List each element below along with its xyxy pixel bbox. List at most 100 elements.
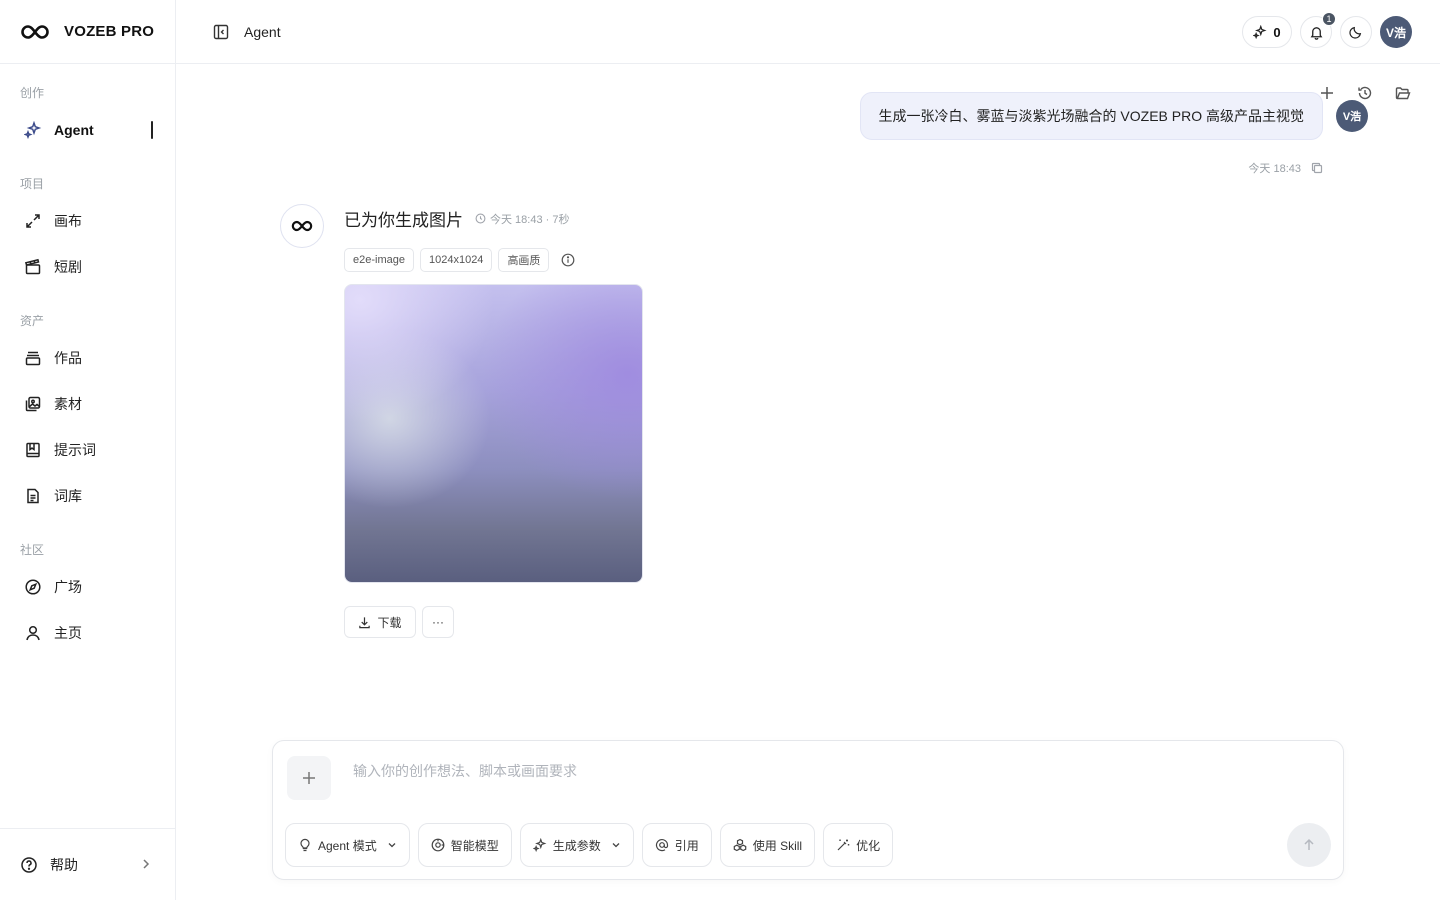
- model-button[interactable]: 智能模型: [417, 823, 512, 867]
- infinity-logo-icon: [291, 220, 313, 232]
- sidebar: VOZEB PRO 创作 Agent 项目 画布 短剧 资产 作品 素材 提示词…: [0, 0, 176, 900]
- skill-button[interactable]: 使用 Skill: [719, 823, 816, 867]
- chat-area: 生成一张冷白、雾蓝与淡紫光场融合的 VOZEB PRO 高级产品主视觉 V浩 今…: [176, 64, 1440, 900]
- expand-icon: [24, 212, 42, 230]
- sidebar-item-prompts[interactable]: 提示词: [0, 427, 175, 473]
- section-label-project: 项目: [20, 177, 45, 191]
- info-icon[interactable]: [561, 253, 575, 267]
- user-icon: [24, 624, 42, 642]
- section-label-assets: 资产: [20, 314, 45, 328]
- composer: Agent 模式 智能模型 生成参数: [272, 740, 1344, 880]
- chevron-down-icon: [387, 840, 397, 850]
- assistant-response-title: 已为你生成图片: [344, 211, 463, 230]
- model-label: 智能模型: [450, 838, 499, 853]
- agent-mode-label: Agent 模式: [318, 838, 377, 853]
- chevron-down-icon: [611, 840, 621, 850]
- sidebar-item-label: 素材: [54, 396, 82, 412]
- sidebar-item-agent[interactable]: Agent: [0, 107, 175, 153]
- generated-image[interactable]: [344, 284, 643, 583]
- at-sign-icon: [655, 838, 669, 852]
- params-dropdown[interactable]: 生成参数: [519, 823, 634, 867]
- sidebar-item-lexicon[interactable]: 词库: [0, 473, 175, 519]
- tag-model: e2e-image: [344, 248, 414, 272]
- avatar[interactable]: V浩: [1380, 16, 1412, 48]
- sidebar-item-plaza[interactable]: 广场: [0, 564, 175, 610]
- theme-toggle-button[interactable]: [1340, 16, 1372, 48]
- user-message-time: 今天 18:43: [1248, 163, 1301, 175]
- skill-label: 使用 Skill: [752, 838, 803, 853]
- sidebar-item-works[interactable]: 作品: [0, 335, 175, 381]
- bookmark-book-icon: [24, 441, 42, 459]
- sidebar-item-short-drama[interactable]: 短剧: [0, 244, 175, 290]
- user-message-bubble: 生成一张冷白、雾蓝与淡紫光场融合的 VOZEB PRO 高级产品主视觉: [859, 92, 1323, 140]
- attach-button[interactable]: [287, 756, 331, 800]
- prompt-input[interactable]: [353, 759, 1253, 783]
- lightbulb-icon: [298, 838, 312, 852]
- tag-quality: 高画质: [498, 248, 550, 272]
- chevron-right-icon: [141, 857, 151, 875]
- bell-icon: [1309, 25, 1324, 40]
- layers-icon: [24, 349, 42, 367]
- sidebar-item-label: 主页: [54, 625, 82, 641]
- active-indicator: [151, 121, 153, 139]
- notification-badge: 1: [1322, 12, 1336, 26]
- sparkles-icon: [24, 121, 42, 139]
- optimize-label: 优化: [856, 838, 881, 853]
- sidebar-item-label: 词库: [54, 488, 82, 504]
- credits-button[interactable]: 0: [1242, 16, 1292, 48]
- assistant-avatar: [280, 204, 324, 248]
- assistant-response-meta: 今天 18:43 · 7秒: [475, 211, 569, 227]
- sidebar-item-label: 提示词: [54, 442, 96, 458]
- help-button[interactable]: 帮助: [0, 828, 175, 900]
- sidebar-toggle-icon[interactable]: [212, 23, 230, 41]
- assistant-response-time: 今天 18:43 · 7秒: [490, 213, 570, 226]
- clapperboard-icon: [24, 258, 42, 276]
- moon-icon: [1349, 25, 1363, 39]
- reference-label: 引用: [674, 838, 699, 853]
- user-message-text: 生成一张冷白、雾蓝与淡紫光场融合的 VOZEB PRO 高级产品主视觉: [878, 108, 1304, 124]
- sidebar-item-canvas[interactable]: 画布: [0, 198, 175, 244]
- download-button[interactable]: 下载: [344, 606, 416, 638]
- image-actions: 下载 ···: [344, 606, 454, 638]
- sidebar-item-home[interactable]: 主页: [0, 610, 175, 656]
- sidebar-item-label: 短剧: [54, 259, 82, 275]
- top-bar: Agent 0 1 V浩: [176, 0, 1440, 64]
- image-gallery-icon: [24, 395, 42, 413]
- params-label: 生成参数: [552, 838, 601, 853]
- document-icon: [24, 487, 42, 505]
- tag-size: 1024x1024: [419, 248, 493, 272]
- sparkles-icon: [1253, 25, 1267, 39]
- sidebar-item-label: Agent: [54, 122, 94, 138]
- folder-open-icon[interactable]: [1394, 84, 1412, 102]
- download-label: 下载: [377, 615, 402, 630]
- sidebar-item-label: 广场: [54, 579, 82, 595]
- arrow-up-icon: [1302, 838, 1316, 852]
- help-label: 帮助: [50, 856, 78, 873]
- section-label-community: 社区: [20, 543, 45, 557]
- agent-mode-dropdown[interactable]: Agent 模式: [285, 823, 410, 867]
- section-label-create: 创作: [20, 86, 45, 100]
- chat-tools: [1318, 84, 1412, 102]
- reference-button[interactable]: 引用: [641, 823, 712, 867]
- plus-icon: [301, 770, 317, 786]
- page-title: Agent: [244, 23, 281, 40]
- brand[interactable]: VOZEB PRO: [0, 0, 175, 64]
- user-avatar: V浩: [1336, 100, 1368, 132]
- history-icon[interactable]: [1356, 84, 1374, 102]
- sidebar-item-materials[interactable]: 素材: [0, 381, 175, 427]
- more-options-button[interactable]: ···: [422, 606, 454, 638]
- sidebar-item-label: 作品: [54, 350, 82, 366]
- optimize-button[interactable]: 优化: [823, 823, 894, 867]
- infinity-logo-icon: [20, 22, 52, 42]
- composer-toolbar: Agent 模式 智能模型 生成参数 引用 使用 Skill 优化: [285, 823, 894, 867]
- cubes-icon: [733, 838, 747, 852]
- generation-tags: e2e-image 1024x1024 高画质: [344, 248, 575, 272]
- header-actions: 0 1 V浩: [1242, 12, 1412, 48]
- help-circle-icon: [20, 856, 38, 874]
- sparkles-icon: [532, 838, 547, 852]
- send-button[interactable]: [1287, 823, 1331, 867]
- copy-icon[interactable]: [1311, 162, 1323, 174]
- credits-count: 0: [1273, 24, 1281, 40]
- model-icon: [431, 838, 445, 852]
- clock-icon: [475, 213, 486, 224]
